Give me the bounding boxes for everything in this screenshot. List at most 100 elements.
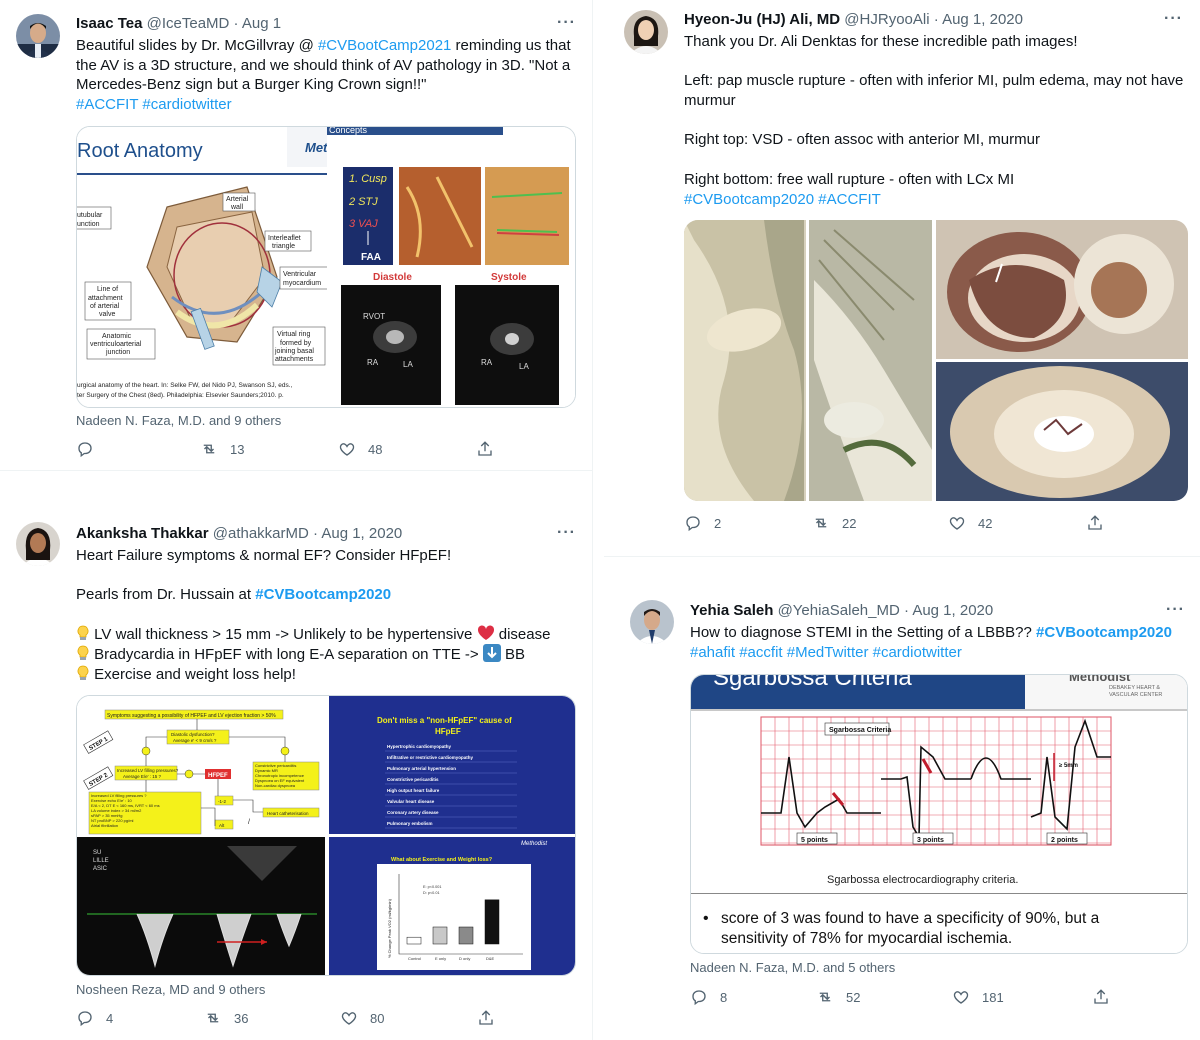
reply-button[interactable]: 8 <box>690 988 727 1006</box>
hashtag-link[interactable]: #cardiotwitter <box>873 644 962 661</box>
chart-bar <box>458 926 474 945</box>
retweet-button[interactable]: 13 <box>200 440 244 458</box>
hashtag-link[interactable]: #CVBootCamp2021 <box>318 37 451 54</box>
cause-item: Hypertrophic cardiomyopathy <box>387 744 452 749</box>
more-icon[interactable]: ··· <box>1166 601 1185 619</box>
reply-button[interactable]: 2 <box>684 514 721 532</box>
separator-dot: · <box>313 525 319 542</box>
liked-by[interactable]: Nosheen Reza, MD and 9 others <box>76 982 265 997</box>
tweet-media[interactable]: Root Anatomy Met Arterial wall utubular … <box>76 126 576 408</box>
brand-subtitle: VASCULAR CENTER <box>1109 692 1162 698</box>
hashtag-link[interactable]: #ACCFIT <box>76 96 138 113</box>
avatar[interactable] <box>630 600 674 644</box>
algorithm-box-text: Average e' < 9 cm/s ? <box>173 738 217 743</box>
diagram-label: Line of <box>97 286 118 293</box>
tweet-text-line: Right top: VSD - often assoc with anteri… <box>684 130 1189 150</box>
retweet-count: 13 <box>230 441 245 457</box>
liked-by[interactable]: Nadeen N. Faza, M.D. and 9 others <box>76 413 281 428</box>
hashtag-link[interactable]: #CVBootcamp2020 <box>255 586 391 603</box>
text-segment: How to diagnose STEMI in the Setting of … <box>690 624 1037 641</box>
cause-item: High output heart failure <box>387 788 440 793</box>
tweet[interactable]: Isaac Tea @IceTeaMD · Aug 1 ··· Beautifu… <box>0 0 592 470</box>
share-button[interactable] <box>477 1009 507 1027</box>
like-button[interactable]: 42 <box>948 514 992 532</box>
author-name[interactable]: Akanksha Thakkar <box>76 525 209 542</box>
reply-icon <box>76 440 94 458</box>
author-name[interactable]: Hyeon-Ju (HJ) Ali, MD <box>684 11 840 28</box>
share-button[interactable] <box>1086 514 1116 532</box>
tweet-date[interactable]: Aug 1 <box>242 15 281 32</box>
diastole-label: Diastole <box>373 272 412 283</box>
diagram-label: myocardium <box>283 280 321 287</box>
retweet-icon <box>200 440 218 458</box>
tweet[interactable]: Akanksha Thakkar @athakkarMD · Aug 1, 20… <box>0 512 592 1040</box>
author-handle[interactable]: @YehiaSaleh_MD <box>778 602 900 619</box>
like-icon <box>338 440 356 458</box>
author-handle[interactable]: @HJRyooAli <box>844 11 929 28</box>
retweet-count: 36 <box>234 1010 249 1026</box>
tweet[interactable]: Yehia Saleh @YehiaSaleh_MD · Aug 1, 2020… <box>604 590 1200 1040</box>
hashtag-link[interactable]: #cardiotwitter <box>142 96 231 113</box>
like-button[interactable]: 181 <box>952 988 1004 1006</box>
more-icon[interactable]: ··· <box>557 14 576 32</box>
retweet-button[interactable]: 36 <box>204 1009 248 1027</box>
slide-title: Root Anatomy <box>77 140 203 162</box>
diagram-label: junction <box>105 349 130 356</box>
hashtag-link[interactable]: #CVBootcamp2020 <box>1036 624 1172 641</box>
retweet-button[interactable]: 22 <box>812 514 856 532</box>
tweet-header: Isaac Tea @IceTeaMD · Aug 1 <box>76 15 281 32</box>
share-button[interactable] <box>1092 988 1122 1006</box>
tweet-date[interactable]: Aug 1, 2020 <box>321 525 402 542</box>
tweet-media[interactable]: Sgarbossa Criteria Methodist DEBAKEY HEA… <box>690 674 1188 954</box>
avatar[interactable] <box>16 522 60 566</box>
text-segment: BB <box>500 646 526 664</box>
reply-icon <box>690 988 708 1006</box>
retweet-button[interactable]: 52 <box>816 988 860 1006</box>
separator-dot: · <box>903 602 909 619</box>
author-name[interactable]: Yehia Saleh <box>690 602 773 619</box>
more-icon[interactable]: ··· <box>557 524 576 542</box>
tweet-date[interactable]: Aug 1, 2020 <box>912 602 993 619</box>
share-button[interactable] <box>476 440 506 458</box>
text-segment: Bradycardia in HFpEF with long E-A separ… <box>90 646 483 664</box>
algorithm-box-text: Increased LV filling pressures? <box>117 768 179 773</box>
liked-by[interactable]: Nadeen N. Faza, M.D. and 5 others <box>690 960 895 975</box>
slide-heading: Don't miss a "non-HFpEF" cause of <box>377 716 512 725</box>
reply-button[interactable]: 4 <box>76 1009 113 1027</box>
author-name[interactable]: Isaac Tea <box>76 15 142 32</box>
diagram-label: ventriculoarterial <box>90 341 142 348</box>
echo-label: RVOT <box>363 312 385 321</box>
avatar[interactable] <box>624 10 668 54</box>
hashtag-link[interactable]: #ahafit <box>690 644 735 661</box>
diagram-label: unction <box>77 221 100 228</box>
tweet-date[interactable]: Aug 1, 2020 <box>942 11 1023 28</box>
like-button[interactable]: 80 <box>340 1009 384 1027</box>
more-icon[interactable]: ··· <box>1164 10 1183 28</box>
author-handle[interactable]: @IceTeaMD <box>147 15 230 32</box>
reply-count: 4 <box>106 1010 114 1026</box>
like-icon <box>952 988 970 1006</box>
hashtag-link[interactable]: #ACCFIT <box>818 191 881 208</box>
reply-button[interactable] <box>76 440 106 458</box>
like-button[interactable]: 48 <box>338 440 382 458</box>
hashtag-link[interactable]: #CVBootcamp2020 <box>684 191 814 208</box>
avatar[interactable] <box>16 14 60 58</box>
algorithm-box-text: Alt <box>219 823 225 828</box>
tweet-media[interactable] <box>684 220 1188 501</box>
author-handle[interactable]: @athakkarMD <box>213 525 309 542</box>
text-segment: Beautiful slides by Dr. McGillvray @ <box>76 37 318 54</box>
tweet-divider <box>0 470 592 471</box>
tweet-text-line: #ahafit #accfit #MedTwitter #cardiotwitt… <box>690 643 1190 663</box>
hashtag-link[interactable]: #MedTwitter <box>787 644 869 661</box>
like-icon <box>948 514 966 532</box>
tweet-text-line: #CVBootcamp2020 #ACCFIT <box>684 190 1189 210</box>
retweet-count: 52 <box>846 989 861 1005</box>
echo-label: RA <box>481 358 493 367</box>
hashtag-link[interactable]: #accfit <box>739 644 782 661</box>
text-segment: murmur <box>684 92 736 110</box>
cause-item: Constrictive pericarditis <box>387 777 439 782</box>
algorithm-box-text: Heart catheterisation <box>267 811 309 816</box>
tweet[interactable]: Hyeon-Ju (HJ) Ali, MD @HJRyooAli · Aug 1… <box>604 0 1200 556</box>
tweet-media[interactable]: Symptoms suggesting a possibility of HFP… <box>76 695 576 976</box>
cusp-label: 1. Cusp <box>349 173 387 185</box>
